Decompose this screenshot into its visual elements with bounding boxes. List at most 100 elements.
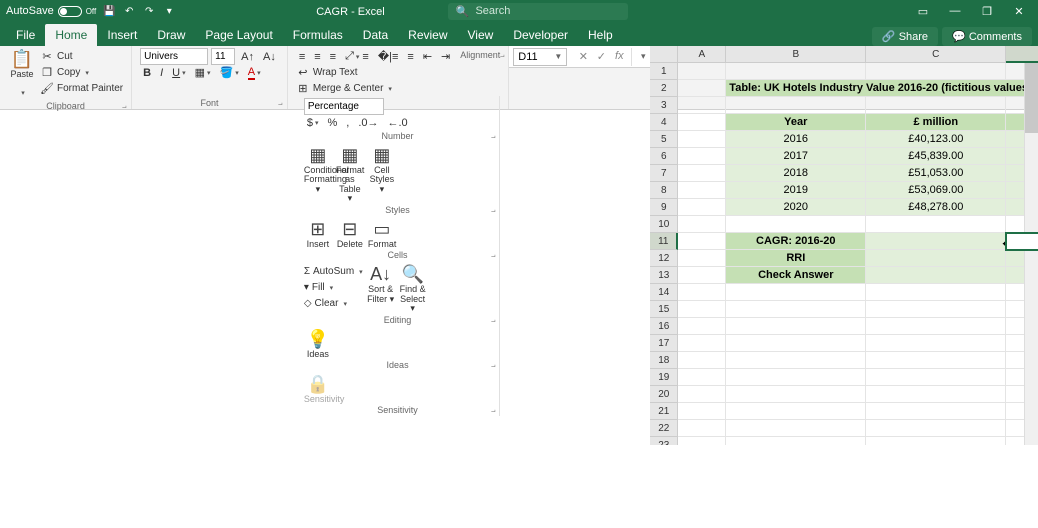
tab-help[interactable]: Help (578, 24, 623, 46)
row-header-6[interactable]: 6 (650, 148, 678, 165)
cell-B20[interactable] (726, 386, 866, 403)
increase-decimal-button[interactable]: .0→ (355, 114, 381, 131)
cell-C19[interactable] (866, 369, 1006, 386)
row-header-11[interactable]: 11 (650, 233, 678, 250)
cell-A8[interactable] (678, 182, 726, 199)
autosum-button[interactable]: Σ AutoSum▾ (304, 264, 363, 279)
cell-B3[interactable] (726, 97, 866, 114)
col-header-D[interactable]: D (1006, 46, 1038, 63)
cell-C4[interactable]: £ million (866, 114, 1006, 131)
bold-button[interactable]: B (140, 64, 154, 81)
cell-B4[interactable]: Year (726, 114, 866, 131)
cell-C7[interactable]: £51,053.00 (866, 165, 1006, 182)
cell-C17[interactable] (866, 335, 1006, 352)
percent-button[interactable]: % (324, 114, 340, 131)
row-header-14[interactable]: 14 (650, 284, 678, 301)
align-right-button[interactable]: ≡ (404, 48, 416, 65)
italic-button[interactable]: I (157, 64, 166, 81)
cell-B22[interactable] (726, 420, 866, 437)
decrease-decimal-button[interactable]: ←.0 (385, 114, 411, 131)
cell-C5[interactable]: £40,123.00 (866, 131, 1006, 148)
cell-C14[interactable] (866, 284, 1006, 301)
font-size-input[interactable] (211, 48, 235, 65)
tab-home[interactable]: Home (45, 24, 97, 46)
underline-button[interactable]: U▾ (169, 64, 188, 81)
cell-B1[interactable] (726, 63, 866, 80)
tab-page-layout[interactable]: Page Layout (195, 24, 282, 46)
cell-C10[interactable] (866, 216, 1006, 233)
cut-button[interactable]: ✂Cut (40, 49, 123, 64)
cell-B17[interactable] (726, 335, 866, 352)
cell-A17[interactable] (678, 335, 726, 352)
redo-icon[interactable]: ↷ (142, 4, 156, 18)
cell-B16[interactable] (726, 318, 866, 335)
cell-C18[interactable] (866, 352, 1006, 369)
decrease-indent-button[interactable]: ⇤ (420, 48, 435, 65)
align-left-button[interactable]: ≡ (359, 48, 371, 65)
row-header-10[interactable]: 10 (650, 216, 678, 233)
select-all-corner[interactable] (650, 46, 678, 63)
close-icon[interactable]: ✕ (1004, 0, 1034, 22)
cell-A10[interactable] (678, 216, 726, 233)
cell-C13[interactable] (866, 267, 1006, 284)
cell-C6[interactable]: £45,839.00 (866, 148, 1006, 165)
align-top-button[interactable]: ≡ (296, 48, 308, 65)
cell-A16[interactable] (678, 318, 726, 335)
cell-B11[interactable]: CAGR: 2016-20 (726, 233, 866, 250)
qat-dropdown-icon[interactable]: ▾ (162, 4, 176, 18)
ideas-button[interactable]: 💡Ideas (304, 329, 332, 359)
cell-B23[interactable] (726, 437, 866, 445)
cell-A13[interactable] (678, 267, 726, 284)
row-header-7[interactable]: 7 (650, 165, 678, 182)
increase-indent-button[interactable]: ⇥ (438, 48, 453, 65)
row-header-21[interactable]: 21 (650, 403, 678, 420)
cell-C9[interactable]: £48,278.00 (866, 199, 1006, 216)
cell-A6[interactable] (678, 148, 726, 165)
sensitivity-button[interactable]: 🔒Sensitivity (304, 374, 332, 404)
cell-A4[interactable] (678, 114, 726, 131)
row-header-17[interactable]: 17 (650, 335, 678, 352)
cell-C22[interactable] (866, 420, 1006, 437)
cell-B9[interactable]: 2020 (726, 199, 866, 216)
row-header-5[interactable]: 5 (650, 131, 678, 148)
cell-styles-button[interactable]: ▦CellStyles ▾ (368, 145, 396, 194)
cell-D11[interactable] (1006, 233, 1038, 250)
align-bottom-button[interactable]: ≡ (327, 48, 339, 65)
cell-B21[interactable] (726, 403, 866, 420)
format-cells-button[interactable]: ▭Format (368, 219, 396, 249)
font-name-input[interactable] (140, 48, 208, 65)
cell-A9[interactable] (678, 199, 726, 216)
sort-filter-button[interactable]: A↓Sort &Filter ▾ (367, 264, 395, 304)
cell-C3[interactable] (866, 97, 1006, 114)
cell-B6[interactable]: 2017 (726, 148, 866, 165)
merge-center-button[interactable]: ⊞Merge & Center▾ (296, 81, 456, 96)
maximize-icon[interactable]: ❐ (972, 0, 1002, 22)
find-select-button[interactable]: 🔍Find &Select ▾ (399, 264, 427, 313)
cell-A11[interactable] (678, 233, 726, 250)
cell-B13[interactable]: Check Answer (726, 267, 866, 284)
cell-A22[interactable] (678, 420, 726, 437)
cell-A7[interactable] (678, 165, 726, 182)
row-header-20[interactable]: 20 (650, 386, 678, 403)
cell-B7[interactable]: 2018 (726, 165, 866, 182)
fill-button[interactable]: ▾ Fill▾ (304, 280, 363, 295)
tab-data[interactable]: Data (353, 24, 398, 46)
row-header-3[interactable]: 3 (650, 97, 678, 114)
tab-review[interactable]: Review (398, 24, 457, 46)
cell-A14[interactable] (678, 284, 726, 301)
increase-font-button[interactable]: A↑ (238, 48, 257, 65)
number-format-select[interactable] (304, 98, 384, 115)
align-center-button[interactable]: �|≡ (375, 48, 402, 65)
worksheet-grid[interactable]: ABCDEFGHIJKLMNO12Table: UK Hotels Indust… (650, 46, 1038, 445)
cell-B12[interactable]: RRI (726, 250, 866, 267)
comments-button[interactable]: 💬 Comments (942, 27, 1032, 46)
col-header-C[interactable]: C (866, 46, 1006, 63)
formula-input[interactable] (631, 48, 632, 66)
cell-B8[interactable]: 2019 (726, 182, 866, 199)
cell-B10[interactable] (726, 216, 866, 233)
row-header-19[interactable]: 19 (650, 369, 678, 386)
row-header-23[interactable]: 23 (650, 437, 678, 445)
cell-A20[interactable] (678, 386, 726, 403)
delete-cells-button[interactable]: ⊟Delete (336, 219, 364, 249)
cell-C16[interactable] (866, 318, 1006, 335)
